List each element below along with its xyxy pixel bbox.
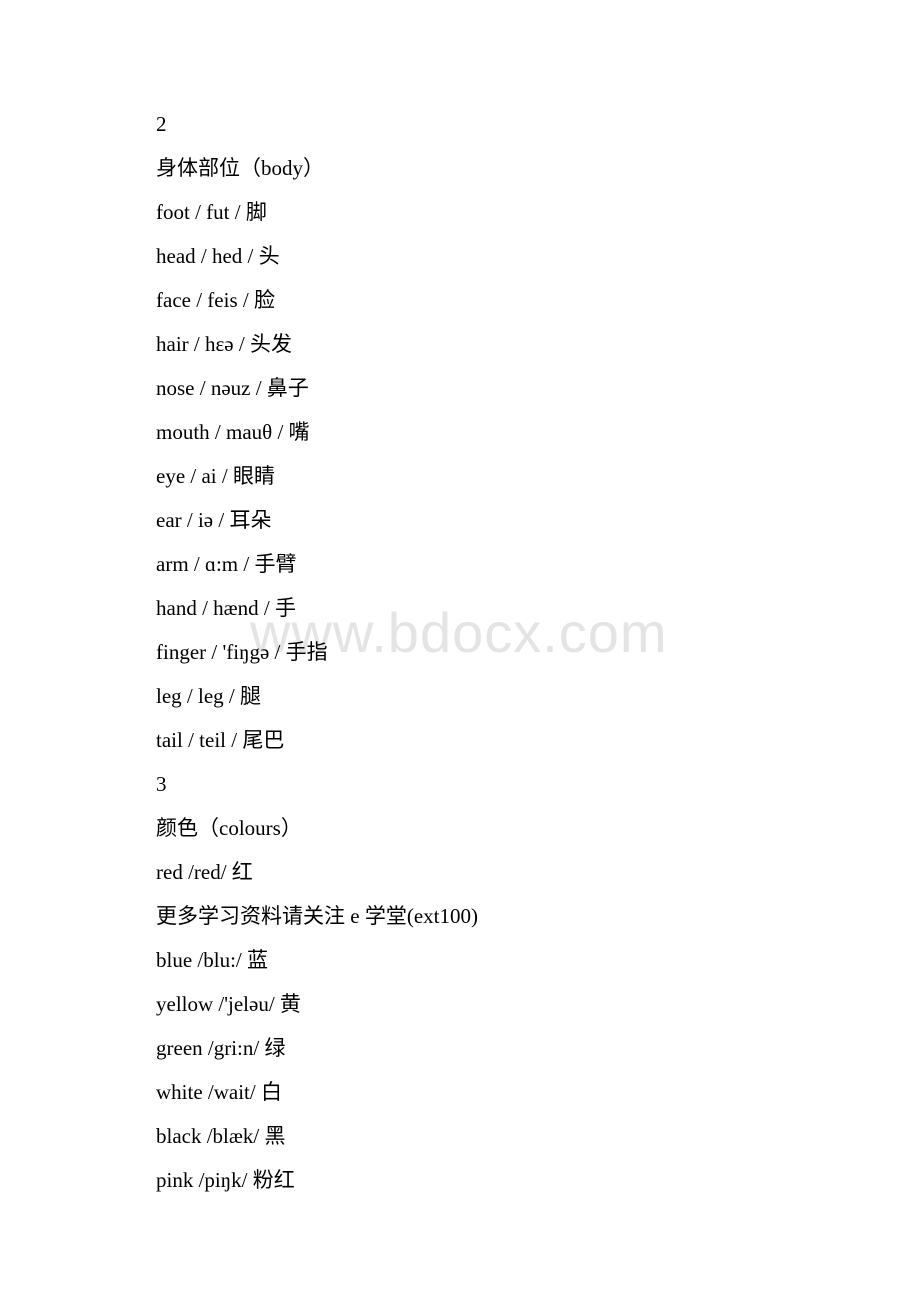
vocab-entry: ear / iə / 耳朵	[156, 508, 272, 532]
vocab-entry: foot / fut / 脚	[156, 200, 267, 224]
vocab-entry: black /blæk/ 黑	[156, 1124, 286, 1148]
document-content: 2 身体部位（body） foot / fut / 脚 head / hed /…	[156, 102, 478, 1202]
vocab-entry: green /gri:n/ 绿	[156, 1036, 286, 1060]
promo-text: 更多学习资料请关注 e 学堂(ext100)	[156, 904, 478, 928]
section-heading: 身体部位（body）	[156, 156, 324, 180]
vocab-entry: tail / teil / 尾巴	[156, 728, 285, 752]
vocab-entry: mouth / mauθ / 嘴	[156, 420, 310, 444]
vocab-entry: white /wait/ 白	[156, 1080, 282, 1104]
vocab-entry: eye / ai / 眼睛	[156, 464, 275, 488]
document-page: www.bdocx.com 2 身体部位（body） foot / fut / …	[0, 0, 920, 1302]
vocab-entry: yellow /'jeləu/ 黄	[156, 992, 301, 1016]
vocab-entry: hair / hɛə / 头发	[156, 332, 292, 356]
vocab-entry: face / feis / 脸	[156, 288, 275, 312]
vocab-entry: nose / nəuz / 鼻子	[156, 376, 309, 400]
section-number: 3	[156, 772, 167, 796]
vocab-entry: hand / hænd / 手	[156, 596, 296, 620]
vocab-entry: finger / 'fiŋgə / 手指	[156, 640, 328, 664]
vocab-entry: pink /piŋk/ 粉红	[156, 1168, 295, 1192]
section-number: 2	[156, 112, 167, 136]
vocab-entry: arm / ɑ:m / 手臂	[156, 552, 297, 576]
vocab-entry: blue /blu:/ 蓝	[156, 948, 268, 972]
vocab-entry: red /red/ 红	[156, 860, 253, 884]
section-heading: 颜色（colours）	[156, 816, 302, 840]
vocab-entry: head / hed / 头	[156, 244, 280, 268]
vocab-entry: leg / leg / 腿	[156, 684, 261, 708]
